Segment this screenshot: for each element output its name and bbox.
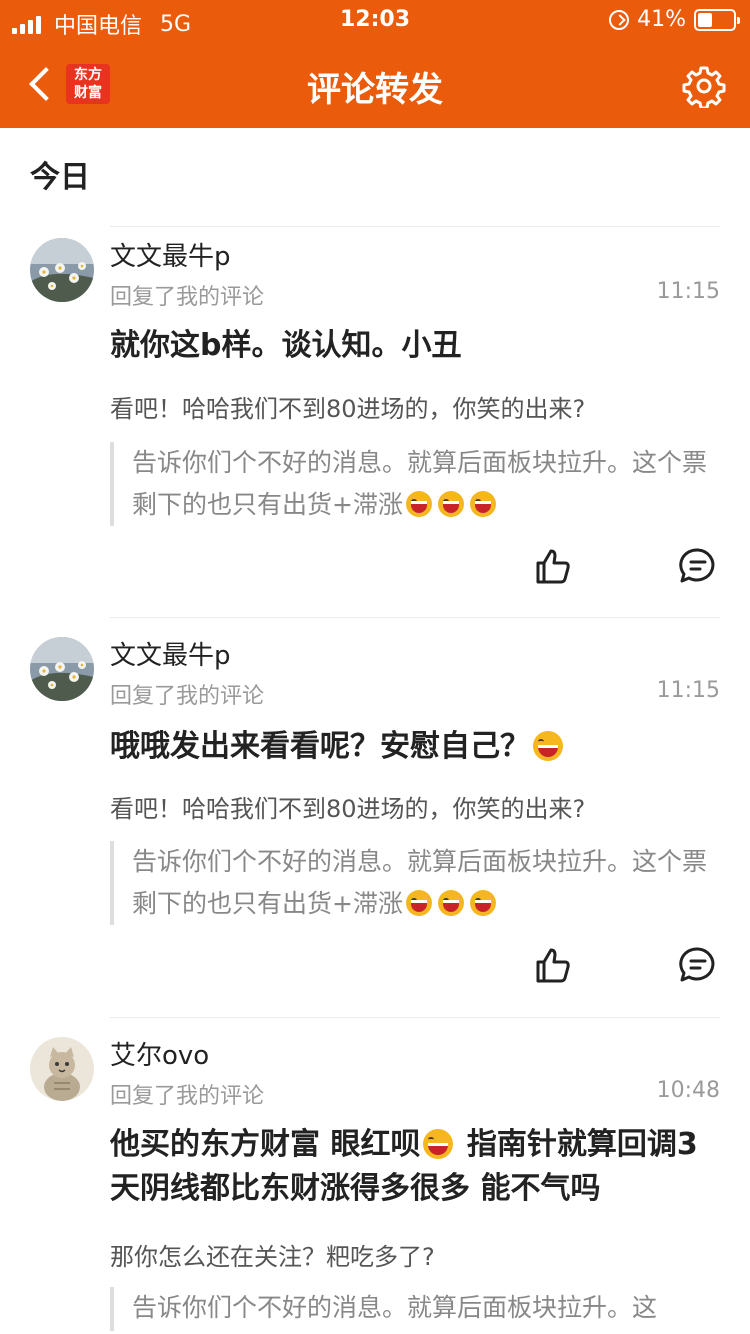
- grin-emoji-icon: [437, 491, 464, 517]
- gear-icon[interactable]: [682, 64, 726, 108]
- divider: [110, 1017, 720, 1018]
- reply-text[interactable]: 就你这b样。谈认知。小丑: [110, 324, 720, 368]
- avatar[interactable]: [30, 637, 94, 701]
- rotation-lock-icon: [609, 9, 630, 30]
- reply-text-part-1: 他买的东方财富 眼红呗: [110, 1127, 421, 1162]
- reply-text[interactable]: 哦哦发出来看看呢？安慰自己？: [110, 725, 720, 769]
- avatar[interactable]: [30, 1037, 94, 1101]
- reply-text[interactable]: 他买的东方财富 眼红呗 指南针就算回调3天阴线都比东财涨得多很多 能不气吗: [110, 1123, 720, 1211]
- timestamp: 11:15: [656, 279, 720, 304]
- timestamp: 10:48: [656, 1078, 720, 1103]
- quoted-post[interactable]: 告诉你们个不好的消息。就算后面板块拉升。这个票剩下的也只有出货+滞涨: [110, 442, 722, 526]
- avatar[interactable]: [30, 238, 94, 302]
- like-icon[interactable]: [534, 546, 574, 586]
- grin-emoji-icon: [405, 491, 432, 517]
- comment-icon[interactable]: [678, 546, 718, 586]
- quoted-post[interactable]: 告诉你们个不好的消息。就算后面板块拉升。这个票剩下的也只有出货+滞涨: [110, 841, 722, 925]
- divider: [110, 226, 720, 227]
- reply-text-content: 哦哦发出来看看呢？安慰自己？: [110, 729, 530, 764]
- my-comment-text[interactable]: 那你怎么还在关注？粑吃多了?: [110, 1237, 720, 1272]
- my-comment-text[interactable]: 看吧！哈哈我们不到80进场的，你笑的出来?: [110, 789, 720, 824]
- like-icon[interactable]: [534, 945, 574, 985]
- username[interactable]: 文文最牛p: [110, 635, 231, 672]
- my-comment-text[interactable]: 看吧！哈哈我们不到80进场的，你笑的出来?: [110, 389, 720, 424]
- nav-bar: 东方 财富 评论转发: [0, 40, 750, 128]
- grin-emoji-icon: [405, 890, 432, 916]
- grin-emoji-icon: [469, 890, 496, 916]
- grin-emoji-icon: [437, 890, 464, 916]
- comment-icon[interactable]: [678, 945, 718, 985]
- timestamp: 11:15: [656, 678, 720, 703]
- username[interactable]: 艾尔ovo: [110, 1035, 209, 1072]
- status-bar: 中国电信 5G 12:03 41%: [0, 0, 750, 40]
- reply-hint: 回复了我的评论: [110, 285, 265, 310]
- status-right: 41%: [609, 7, 740, 32]
- quoted-post-text: 告诉你们个不好的消息。就算后面板块拉升。这: [132, 1293, 658, 1322]
- page-title: 评论转发: [307, 70, 443, 110]
- battery-percent: 41%: [637, 7, 686, 32]
- grin-emoji-icon: [469, 491, 496, 517]
- reply-hint: 回复了我的评论: [110, 1084, 265, 1109]
- reply-hint: 回复了我的评论: [110, 684, 265, 709]
- laugh-cry-emoji-icon: [423, 1129, 454, 1159]
- divider: [110, 617, 720, 618]
- grin-emoji-icon: [533, 731, 563, 761]
- quoted-post[interactable]: 告诉你们个不好的消息。就算后面板块拉升。这: [110, 1287, 722, 1331]
- username[interactable]: 文文最牛p: [110, 236, 231, 273]
- battery-icon: [694, 8, 740, 31]
- section-label-today: 今日: [30, 160, 90, 195]
